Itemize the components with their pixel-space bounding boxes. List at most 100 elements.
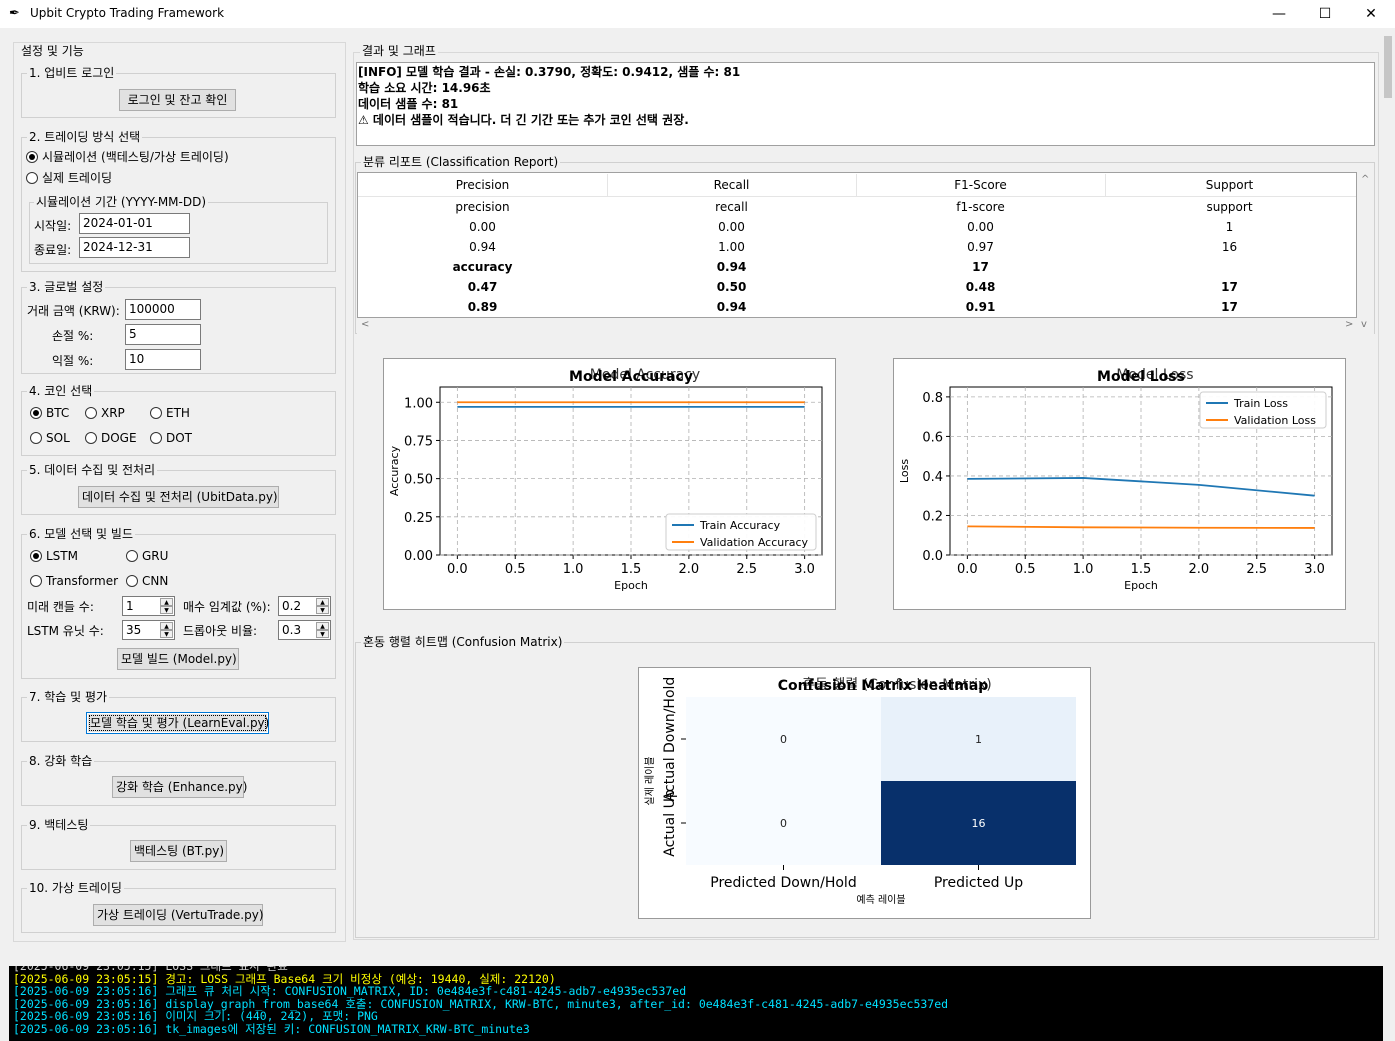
x-tick-label: 1.0	[563, 562, 584, 577]
learn-eval-button[interactable]: 모델 학습 및 평가 (LearnEval.py)	[86, 712, 269, 734]
panel-scrollbar-thumb[interactable]	[1384, 36, 1392, 98]
radio-real-trading-dot	[26, 172, 38, 184]
maximize-button[interactable]: ☐	[1302, 0, 1348, 28]
x-tick-label: 0.0	[957, 562, 978, 577]
radio-coin-sol[interactable]: SOL	[30, 431, 70, 445]
confusion-chart-frame: 혼동 행렬 (Confusion Matrix) Confusion Matrix…	[638, 667, 1091, 919]
report-cell: 1.00	[718, 240, 745, 254]
spin-up-icon[interactable]: ▲	[160, 622, 173, 630]
radio-coin-btc[interactable]: BTC	[30, 406, 69, 420]
radio-coin-eth-dot	[150, 407, 162, 419]
radio-coin-dot[interactable]: DOT	[150, 431, 192, 445]
y-tick-label: 0.2	[922, 509, 943, 524]
data-group-label: 5. 데이터 수집 및 전처리	[27, 463, 158, 477]
log-console[interactable]: [2025-06-09 23:05:15] LOSS 그래프 표시 완료 [202…	[9, 966, 1383, 1041]
y-tick-label: 0.25	[404, 511, 433, 526]
model-build-button[interactable]: 모델 빌드 (Model.py)	[117, 648, 239, 670]
report-cell: 17	[1221, 300, 1238, 314]
start-date-label: 시작일:	[34, 219, 72, 233]
radio-model-transformer[interactable]: Transformer	[30, 574, 118, 588]
report-cell: 17	[972, 260, 989, 274]
report-table[interactable]: Precision Recall F1-Score Support precision r…	[357, 172, 1357, 318]
y-tick-label: 0.50	[404, 473, 433, 488]
stoploss-input[interactable]: 5	[125, 324, 201, 345]
minimize-button[interactable]: —	[1256, 0, 1302, 28]
spin-up-icon[interactable]: ▲	[316, 622, 329, 630]
spin-down-icon[interactable]: ▼	[160, 606, 173, 614]
scroll-down-icon[interactable]: v	[1361, 319, 1367, 330]
spin-up-icon[interactable]: ▲	[160, 598, 173, 606]
spin-down-icon[interactable]: ▼	[316, 606, 329, 614]
y-axis-label: Loss	[898, 459, 911, 483]
report-cell: precision	[455, 200, 510, 214]
report-vscrollbar[interactable]: ^	[1357, 172, 1374, 318]
radio-model-transformer-dot	[30, 575, 42, 587]
radio-model-cnn[interactable]: CNN	[126, 574, 168, 588]
x-tick-label: 0.5	[1015, 562, 1036, 577]
takeprofit-input[interactable]: 10	[125, 349, 201, 370]
radio-coin-doge[interactable]: DOGE	[85, 431, 137, 445]
close-button[interactable]: ✕	[1348, 0, 1394, 28]
report-cell: 0.94	[716, 300, 747, 314]
end-date-input[interactable]: 2024-12-31	[79, 237, 190, 258]
x-axis-label: Epoch	[614, 579, 648, 592]
radio-coin-eth[interactable]: ETH	[150, 406, 190, 420]
radio-real-trading[interactable]: 실제 트레이딩	[26, 171, 112, 185]
x-tick-label: 1.5	[1131, 562, 1152, 577]
y-tick-label: 0.0	[922, 549, 943, 564]
spin-down-icon[interactable]: ▼	[316, 630, 329, 638]
scroll-up-icon[interactable]: ^	[1361, 174, 1369, 185]
report-header-cell: F1-Score	[954, 178, 1007, 192]
info-line: [INFO] 모델 학습 결과 - 손실: 0.3790, 정확도: 0.941…	[358, 65, 741, 79]
start-date-input[interactable]: 2024-01-01	[79, 213, 190, 234]
future-candles-spinbox[interactable]: 1 ▲ ▼	[122, 596, 175, 616]
x-tick-label: 0.5	[505, 562, 526, 577]
spin-down-icon[interactable]: ▼	[160, 630, 173, 638]
report-hscrollbar[interactable]: < >	[357, 318, 1357, 334]
panel-scrollbar[interactable]	[1381, 30, 1395, 101]
heatmap-value: 0	[780, 733, 787, 746]
radio-model-gru[interactable]: GRU	[126, 549, 168, 563]
legend-label: Train Accuracy	[699, 519, 781, 532]
confusion-heatmap: 혼동 행렬 (Confusion Matrix)Confusion Matrix…	[644, 677, 1076, 906]
trade-mode-group-label: 2. 트레이딩 방식 선택	[27, 130, 143, 144]
y-tick-label: 0.00	[404, 549, 433, 564]
legend-label: Train Loss	[1233, 397, 1288, 410]
buy-threshold-spinbox[interactable]: 0.2 ▲ ▼	[278, 596, 331, 616]
legend-label: Validation Loss	[1234, 414, 1316, 427]
dropout-spinbox[interactable]: 0.3 ▲ ▼	[278, 620, 331, 640]
amount-label: 거래 금액 (KRW):	[27, 304, 120, 318]
coin-group-label: 4. 코인 선택	[27, 384, 95, 398]
report-cell: recall	[715, 200, 748, 214]
amount-input[interactable]: 100000	[125, 299, 201, 320]
lstm-units-spinbox[interactable]: 35 ▲ ▼	[122, 620, 175, 640]
y-axis-label: Accuracy	[388, 445, 401, 496]
x-axis-label: Epoch	[1124, 579, 1158, 592]
heatmap-value: 0	[780, 817, 787, 830]
info-textbox[interactable]: [INFO] 모델 학습 결과 - 손실: 0.3790, 정확도: 0.941…	[356, 62, 1375, 146]
report-scroll-corner[interactable]: v	[1357, 318, 1374, 334]
virtual-trade-button[interactable]: 가상 트레이딩 (VertuTrade.py)	[93, 904, 264, 926]
scroll-right-icon[interactable]: >	[1345, 319, 1353, 330]
accuracy-chart-frame: Model Accuracy Model Accuracy 0.0 0.5 1.0 1.5…	[383, 358, 836, 610]
radio-coin-xrp[interactable]: XRP	[85, 406, 125, 420]
data-collect-button[interactable]: 데이터 수집 및 전처리 (UbitData.py)	[78, 486, 279, 508]
virtual-trade-group-label: 10. 가상 트레이딩	[27, 881, 124, 895]
radio-model-lstm[interactable]: LSTM	[30, 549, 78, 563]
backtest-button[interactable]: 백테스팅 (BT.py)	[130, 840, 227, 862]
report-cell: 0.00	[718, 220, 745, 234]
enhance-button[interactable]: 강화 학습 (Enhance.py)	[112, 776, 247, 798]
x-tick-label: 1.5	[621, 562, 642, 577]
x-tick-label: Predicted Up	[934, 875, 1023, 891]
radio-simulation[interactable]: 시뮬레이션 (백테스팅/가상 트레이딩)	[26, 150, 229, 164]
spin-up-icon[interactable]: ▲	[316, 598, 329, 606]
chart-title: Confusion Matrix Heatmap	[778, 678, 989, 694]
feather-icon: ✒	[9, 6, 20, 21]
scroll-left-icon[interactable]: <	[361, 319, 369, 330]
heatmap-value: 1	[975, 733, 982, 746]
x-tick-label: 2.5	[736, 562, 757, 577]
login-button[interactable]: 로그인 및 잔고 확인	[119, 89, 236, 111]
info-line: 데이터 샘플 수: 81	[358, 97, 459, 111]
y-tick-label: 0.75	[404, 434, 433, 449]
report-header-cell: Support	[1205, 178, 1254, 192]
